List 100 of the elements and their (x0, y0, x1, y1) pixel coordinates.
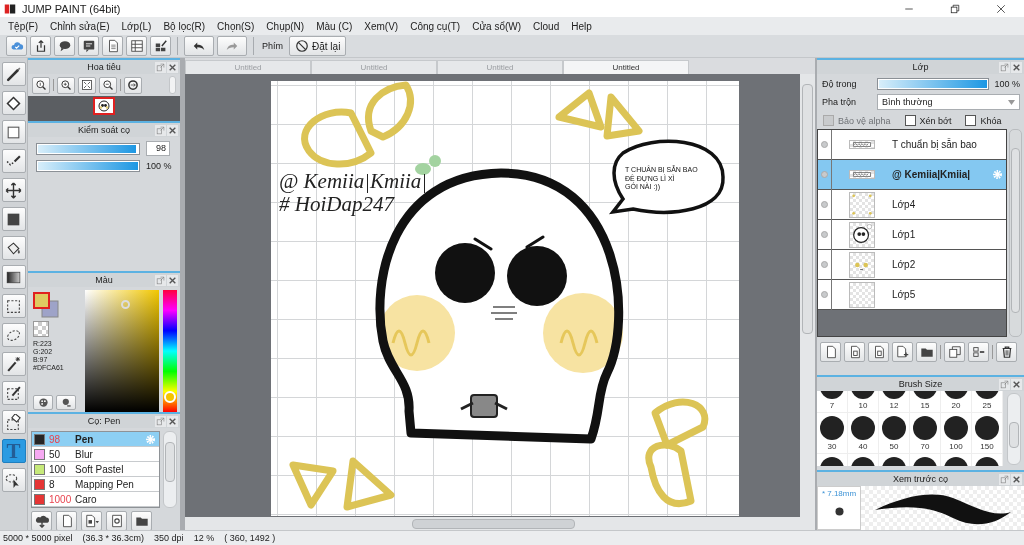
document-tab[interactable]: Untitled (563, 60, 689, 74)
toolbar-button[interactable] (102, 36, 123, 56)
brush-size-option[interactable]: 30 (817, 413, 848, 454)
menu-item[interactable]: Chỉnh sửa(E) (44, 17, 116, 35)
brush-size-option[interactable]: 40 (848, 413, 879, 454)
layer-tool-button[interactable] (844, 342, 865, 362)
toolbar-button[interactable] (150, 36, 171, 56)
size-slider[interactable] (36, 142, 140, 155)
vertical-scrollbar[interactable] (800, 74, 815, 517)
visibility-toggle[interactable] (821, 171, 828, 178)
tool-button[interactable] (1, 91, 26, 115)
horizontal-scrollbar[interactable] (185, 517, 800, 530)
brush-size-option[interactable]: 50 (879, 413, 910, 454)
palette-button[interactable] (33, 395, 53, 410)
layer-row[interactable]: Lớp1 (818, 220, 1006, 250)
scrollbar[interactable] (169, 76, 176, 94)
layer-row[interactable]: T chuẩn bị sẵn bao (818, 130, 1006, 160)
brush-size-option[interactable]: 70 (910, 413, 941, 454)
zoom-button[interactable] (32, 76, 50, 94)
visibility-toggle[interactable] (821, 231, 828, 238)
scrollbar[interactable] (1009, 129, 1022, 337)
brush-item[interactable]: 1000 Caro (32, 492, 159, 507)
undo-button[interactable] (184, 36, 214, 56)
color-field[interactable] (85, 290, 160, 412)
brush-item[interactable]: 100 Soft Pastel (32, 462, 159, 477)
tool-button[interactable] (1, 178, 26, 202)
close-button[interactable] (1011, 61, 1022, 73)
brush-item[interactable]: 98 Pen (32, 432, 159, 447)
tool-button[interactable] (1, 207, 26, 231)
fit-button[interactable] (78, 76, 96, 94)
toolbar-button[interactable] (78, 36, 99, 56)
brush-size-option[interactable]: 100 (941, 413, 972, 454)
blend-dropdown[interactable]: Bình thường (877, 94, 1020, 110)
rotate-button[interactable] (124, 76, 142, 94)
tool-button[interactable] (1, 265, 26, 289)
tool-button[interactable] (1, 352, 26, 376)
layer-tool-button[interactable] (968, 342, 989, 362)
swatch-button[interactable] (56, 395, 76, 410)
brush-tool-button[interactable] (131, 511, 152, 531)
checkbox[interactable] (965, 115, 977, 126)
zoom-out-button[interactable] (99, 76, 117, 94)
menu-item[interactable]: Công cụ(T) (404, 17, 467, 35)
brush-size-option[interactable]: 25 (972, 391, 1003, 413)
menu-item[interactable]: Help (565, 17, 598, 35)
reset-button[interactable]: Đặt lại (289, 36, 347, 56)
tool-button[interactable] (1, 236, 26, 260)
close-button[interactable] (167, 415, 178, 427)
brush-size-option[interactable]: 20 (941, 391, 972, 413)
layer-tool-button[interactable] (892, 342, 913, 362)
layer-tool-button[interactable] (944, 342, 965, 362)
tool-button[interactable] (1, 468, 26, 492)
brush-tool-button[interactable] (56, 511, 77, 531)
brush-size-option[interactable]: 10 (848, 391, 879, 413)
menu-item[interactable]: Chọn(S) (211, 17, 261, 35)
menu-item[interactable]: Bộ lọc(R) (157, 17, 212, 35)
layer-row[interactable]: @ Kemiia|Kmiia| (818, 160, 1006, 190)
toolbar-button[interactable] (30, 36, 51, 56)
close-button[interactable] (1011, 378, 1022, 390)
close-button[interactable] (167, 124, 178, 136)
size-field[interactable]: 98 (146, 141, 170, 156)
color-picker-handle[interactable] (121, 300, 131, 309)
brush-item[interactable]: 50 Blur (32, 447, 159, 462)
layer-row[interactable]: Lớp5 (818, 280, 1006, 310)
menu-item[interactable]: Xem(V) (358, 17, 405, 35)
menu-item[interactable]: Chụp(N) (260, 17, 311, 35)
scrollbar[interactable] (1007, 393, 1021, 465)
checkbox[interactable] (904, 115, 916, 126)
tool-button[interactable] (1, 410, 26, 434)
layer-row[interactable]: Lớp2 (818, 250, 1006, 280)
zoom-in-button[interactable] (57, 76, 75, 94)
brush-size-option[interactable]: 12 (879, 391, 910, 413)
brush-size-option[interactable]: 15 (910, 391, 941, 413)
brush-tool-button[interactable] (81, 511, 102, 531)
visibility-toggle[interactable] (821, 291, 828, 298)
brush-tool-button[interactable] (31, 511, 52, 531)
layer-tool-button[interactable] (868, 342, 889, 362)
menu-item[interactable]: Màu (C) (310, 17, 359, 35)
tool-button[interactable] (1, 62, 26, 86)
menu-item[interactable]: Cửa sổ(W) (466, 17, 528, 35)
brush-item[interactable]: 8 Mapping Pen (32, 477, 159, 492)
menu-item[interactable]: Cloud (527, 17, 566, 35)
menu-item[interactable]: Tệp(F) (2, 17, 44, 35)
close-button[interactable] (167, 274, 178, 286)
tool-button[interactable] (1, 149, 26, 173)
tool-button[interactable] (1, 381, 26, 405)
toolbar-button[interactable] (54, 36, 75, 56)
layer-row[interactable]: Lớp4 (818, 190, 1006, 220)
layer-tool-button[interactable] (820, 342, 841, 362)
visibility-toggle[interactable] (821, 261, 828, 268)
layer-tool-button[interactable] (996, 342, 1017, 362)
brush-tool-button[interactable] (106, 511, 127, 531)
layer-tool-button[interactable] (916, 342, 937, 362)
close-button[interactable] (167, 61, 178, 73)
visibility-toggle[interactable] (821, 201, 828, 208)
brush-size-option[interactable]: 150 (972, 413, 1003, 454)
close-button[interactable] (1011, 473, 1022, 485)
tool-button[interactable] (1, 294, 26, 318)
transparent-swatch[interactable] (33, 321, 49, 337)
brush-size-option[interactable]: 7 (817, 391, 848, 413)
visibility-toggle[interactable] (821, 141, 828, 148)
